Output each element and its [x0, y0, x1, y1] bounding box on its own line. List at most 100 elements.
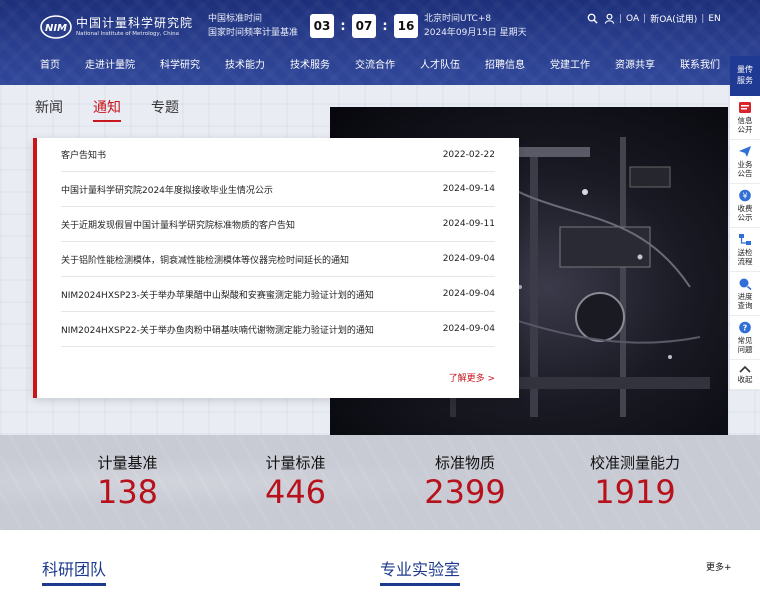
- notice-row[interactable]: 关于铝阶性能检测模体，铜衰减性能检测模体等仪器完检时间延长的通知 2024-09…: [61, 242, 495, 277]
- notice-row[interactable]: 中国计量科学研究院2024年度拟接收毕业生情况公示 2024-09-14: [61, 172, 495, 207]
- nav-item-contact[interactable]: 联系我们: [680, 55, 720, 77]
- float-item-label: 收费: [737, 204, 753, 213]
- stat-value: 138: [96, 473, 159, 511]
- site-header: NIM 中国计量科学研究院 National Institute of Metr…: [0, 0, 760, 85]
- float-item-label: 公示: [737, 213, 753, 222]
- bottom-section: 科研团队 专业实验室 更多+: [0, 530, 760, 600]
- float-item-label: 公开: [737, 125, 753, 134]
- standard-clock: 03 : 07 : 16: [310, 14, 418, 38]
- stat-cmc[interactable]: 校准测量能力 1919: [575, 453, 695, 511]
- main-nav: 首页 走进计量院 科学研究 技术能力 技术服务 交流合作 人才队伍 招聘信息 党…: [40, 55, 720, 77]
- research-team-title[interactable]: 科研团队: [42, 556, 107, 586]
- notice-title: 关于铝阶性能检测模体，铜衰减性能检测模体等仪器完检时间延长的通知: [61, 255, 350, 266]
- notice-date: 2024-09-04: [442, 254, 495, 264]
- clock-second: 16: [394, 14, 418, 38]
- notice-title: NIM2024HXSP22-关于举办鱼肉粉中硝基呋喃代谢物测定能力验证计划的通知: [61, 325, 374, 336]
- logo-english-name: National Institute of Metrology, China: [76, 31, 179, 37]
- stat-label: 标准物质: [434, 454, 495, 472]
- float-item-label: 问题: [737, 345, 753, 354]
- beijing-utc-label: 北京时间UTC+8: [424, 14, 492, 24]
- notice-title: NIM2024HXSP23-关于举办苹果醋中山梨酸和安赛蜜测定能力验证计划的通知: [61, 290, 374, 301]
- progress-search-icon: [739, 278, 752, 290]
- laboratory-title[interactable]: 专业实验室: [380, 556, 461, 586]
- link-separator: |: [619, 13, 623, 24]
- notice-title: 客户告知书: [61, 151, 107, 161]
- notice-date: 2024-09-04: [442, 324, 495, 334]
- float-bar-header-line2: 服务: [737, 76, 753, 85]
- stat-value: 2399: [424, 473, 506, 511]
- tab-news[interactable]: 新闻: [35, 97, 63, 122]
- paper-plane-icon: [739, 146, 751, 157]
- stat-label: 计量基准: [97, 454, 158, 472]
- service-float-bar: 量传 服务 信息 公开 业务 公告 ¥ 收费 公示 送检 流程 进度 查询 ? …: [730, 56, 760, 398]
- nav-item-party[interactable]: 党建工作: [550, 55, 590, 77]
- nav-item-about[interactable]: 走进计量院: [85, 55, 135, 77]
- float-item-inspection-flow[interactable]: 送检 流程: [730, 228, 760, 272]
- float-item-label: 进度: [737, 292, 753, 301]
- standard-time-line1: 中国标准时间: [208, 14, 263, 24]
- float-item-faq[interactable]: ? 常见 问题: [730, 316, 760, 360]
- nav-item-home[interactable]: 首页: [40, 55, 60, 77]
- nav-item-service[interactable]: 技术服务: [290, 55, 330, 77]
- stat-value: 446: [264, 473, 327, 511]
- nav-item-resources[interactable]: 资源共享: [615, 55, 655, 77]
- stat-primary-standards[interactable]: 计量基准 138: [80, 453, 175, 511]
- nav-item-cooperation[interactable]: 交流合作: [355, 55, 395, 77]
- float-item-info-public[interactable]: 信息 公开: [730, 96, 760, 140]
- info-public-icon: [739, 102, 751, 113]
- stat-reference-materials[interactable]: 标准物质 2399: [415, 453, 515, 511]
- new-oa-link[interactable]: 新OA(试用): [650, 12, 697, 25]
- oa-link[interactable]: OA: [626, 14, 639, 24]
- english-link[interactable]: EN: [708, 14, 720, 24]
- float-item-label: 常见: [737, 336, 753, 345]
- float-item-label: 公告: [737, 169, 753, 178]
- clock-separator: :: [340, 18, 346, 34]
- nav-item-research[interactable]: 科学研究: [160, 55, 200, 77]
- notice-row[interactable]: 关于近期发现假冒中国计量科学研究院标准物质的客户告知 2024-09-11: [61, 207, 495, 242]
- stat-measurement-standards[interactable]: 计量标准 446: [248, 453, 343, 511]
- float-item-label: 收起: [737, 375, 753, 384]
- standard-time-label: 中国标准时间 国家时间频率计量基准: [208, 12, 298, 40]
- notice-list: 客户告知书 2022-02-22 中国计量科学研究院2024年度拟接收毕业生情况…: [37, 138, 519, 347]
- svg-text:?: ?: [743, 324, 748, 333]
- stat-value: 1919: [594, 473, 676, 511]
- user-icon[interactable]: [604, 13, 615, 24]
- svg-text:¥: ¥: [742, 192, 747, 201]
- collapse-icon: [739, 365, 751, 373]
- float-item-label: 流程: [737, 257, 753, 266]
- nav-item-talent[interactable]: 人才队伍: [420, 55, 460, 77]
- notice-title: 关于近期发现假冒中国计量科学研究院标准物质的客户告知: [61, 220, 296, 231]
- notice-row[interactable]: 客户告知书 2022-02-22: [61, 138, 495, 172]
- link-separator: |: [643, 13, 647, 24]
- float-item-business-notice[interactable]: 业务 公告: [730, 140, 760, 184]
- clock-minute: 07: [352, 14, 376, 38]
- yuan-coin-icon: ¥: [739, 189, 751, 202]
- float-bar-header[interactable]: 量传 服务: [730, 56, 760, 96]
- site-logo[interactable]: NIM 中国计量科学研究院 National Institute of Metr…: [40, 14, 193, 40]
- float-item-label: 信息: [737, 116, 753, 125]
- float-item-label: 送检: [737, 248, 753, 257]
- float-item-label: 业务: [737, 160, 753, 169]
- notice-date: 2024-09-14: [442, 184, 495, 194]
- news-section: 新闻 通知 专题 客户告知书 2022-02-22 中国计量科学研究院2024年…: [0, 85, 760, 435]
- float-bar-header-line1: 量传: [737, 65, 753, 74]
- nav-item-capability[interactable]: 技术能力: [225, 55, 265, 77]
- nav-item-recruitment[interactable]: 招聘信息: [485, 55, 525, 77]
- notice-row[interactable]: NIM2024HXSP22-关于举办鱼肉粉中硝基呋喃代谢物测定能力验证计划的通知…: [61, 312, 495, 347]
- float-item-fee-notice[interactable]: ¥ 收费 公示: [730, 184, 760, 228]
- clock-separator: :: [382, 18, 388, 34]
- float-item-label: 查询: [737, 301, 753, 310]
- search-icon[interactable]: [587, 13, 598, 24]
- tab-notices[interactable]: 通知: [93, 97, 121, 122]
- link-separator: |: [701, 13, 705, 24]
- news-tabs: 新闻 通知 专题: [35, 97, 209, 122]
- standard-time-line2: 国家时间频率计量基准: [208, 28, 299, 38]
- more-link[interactable]: 更多+: [706, 560, 732, 573]
- notice-card: 客户告知书 2022-02-22 中国计量科学研究院2024年度拟接收毕业生情况…: [33, 138, 519, 398]
- float-item-progress-query[interactable]: 进度 查询: [730, 272, 760, 316]
- notice-row[interactable]: NIM2024HXSP23-关于举办苹果醋中山梨酸和安赛蜜测定能力验证计划的通知…: [61, 277, 495, 312]
- float-item-collapse[interactable]: 收起: [730, 360, 760, 390]
- notice-more-link[interactable]: 了解更多 >: [449, 371, 495, 384]
- top-links: | OA | 新OA(试用) | EN: [587, 12, 721, 25]
- tab-topics[interactable]: 专题: [151, 97, 179, 122]
